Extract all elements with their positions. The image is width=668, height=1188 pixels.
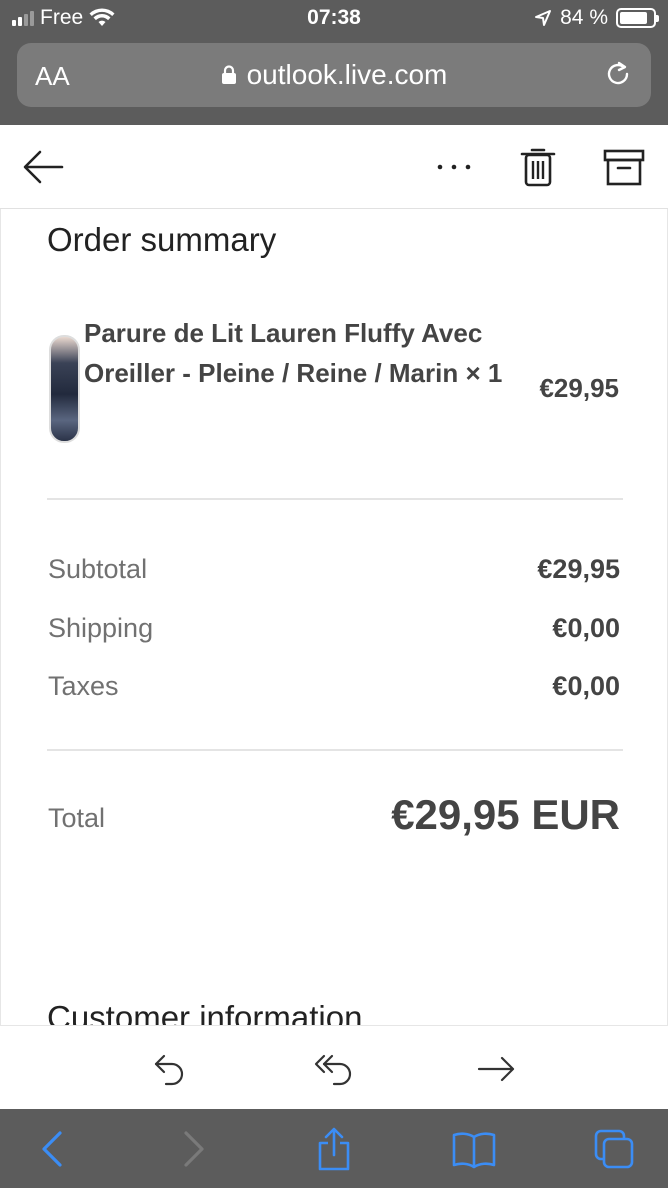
- url-display[interactable]: outlook.live.com: [17, 59, 651, 91]
- email-body[interactable]: Order summary Parure de Lit Lauren Fluff…: [0, 209, 668, 1025]
- forward-icon[interactable]: [172, 1127, 216, 1171]
- status-right-group: 84 %: [534, 6, 659, 30]
- divider: [47, 749, 623, 751]
- reply-icon[interactable]: [152, 1052, 192, 1086]
- address-bar[interactable]: AA outlook.live.com: [17, 43, 651, 107]
- tabs-icon[interactable]: [592, 1127, 636, 1171]
- product-image: [49, 335, 80, 443]
- order-summary-title: Order summary: [47, 221, 277, 258]
- product-price: €29,95: [539, 373, 619, 403]
- delete-icon[interactable]: [518, 145, 558, 189]
- reload-icon[interactable]: [603, 59, 633, 89]
- url-text: outlook.live.com: [246, 59, 448, 90]
- reply-all-icon[interactable]: [314, 1052, 354, 1086]
- battery-percent: 84 %: [560, 6, 608, 29]
- subtotal-value: €29,95: [537, 554, 620, 584]
- bookmarks-icon[interactable]: [452, 1127, 496, 1171]
- share-icon[interactable]: [312, 1127, 356, 1171]
- shipping-value: €0,00: [552, 613, 620, 643]
- back-icon[interactable]: [30, 1127, 74, 1171]
- battery-icon: [616, 8, 659, 28]
- customer-information-title: Customer information: [47, 999, 363, 1025]
- browser-toolbar: [0, 1109, 668, 1188]
- location-arrow-icon: [535, 10, 552, 26]
- lock-icon: [221, 65, 236, 84]
- total-label: Total: [48, 803, 106, 833]
- taxes-value: €0,00: [552, 671, 620, 701]
- taxes-label: Taxes: [48, 671, 119, 701]
- total-value: €29,95 EUR: [391, 791, 620, 838]
- subtotal-label: Subtotal: [48, 554, 148, 584]
- reply-bar: [0, 1025, 668, 1109]
- browser-address-area: AA outlook.live.com: [0, 40, 668, 125]
- more-icon[interactable]: [432, 145, 476, 189]
- message-toolbar: [0, 125, 668, 209]
- archive-icon[interactable]: [602, 147, 646, 187]
- status-bar: Free 07:38 84 %: [0, 0, 668, 40]
- product-name: Parure de Lit Lauren Fluffy Avec Oreille…: [84, 318, 503, 388]
- forward-icon[interactable]: [476, 1052, 516, 1086]
- back-arrow-icon[interactable]: [22, 147, 64, 189]
- shipping-label: Shipping: [48, 613, 154, 643]
- divider: [47, 498, 623, 500]
